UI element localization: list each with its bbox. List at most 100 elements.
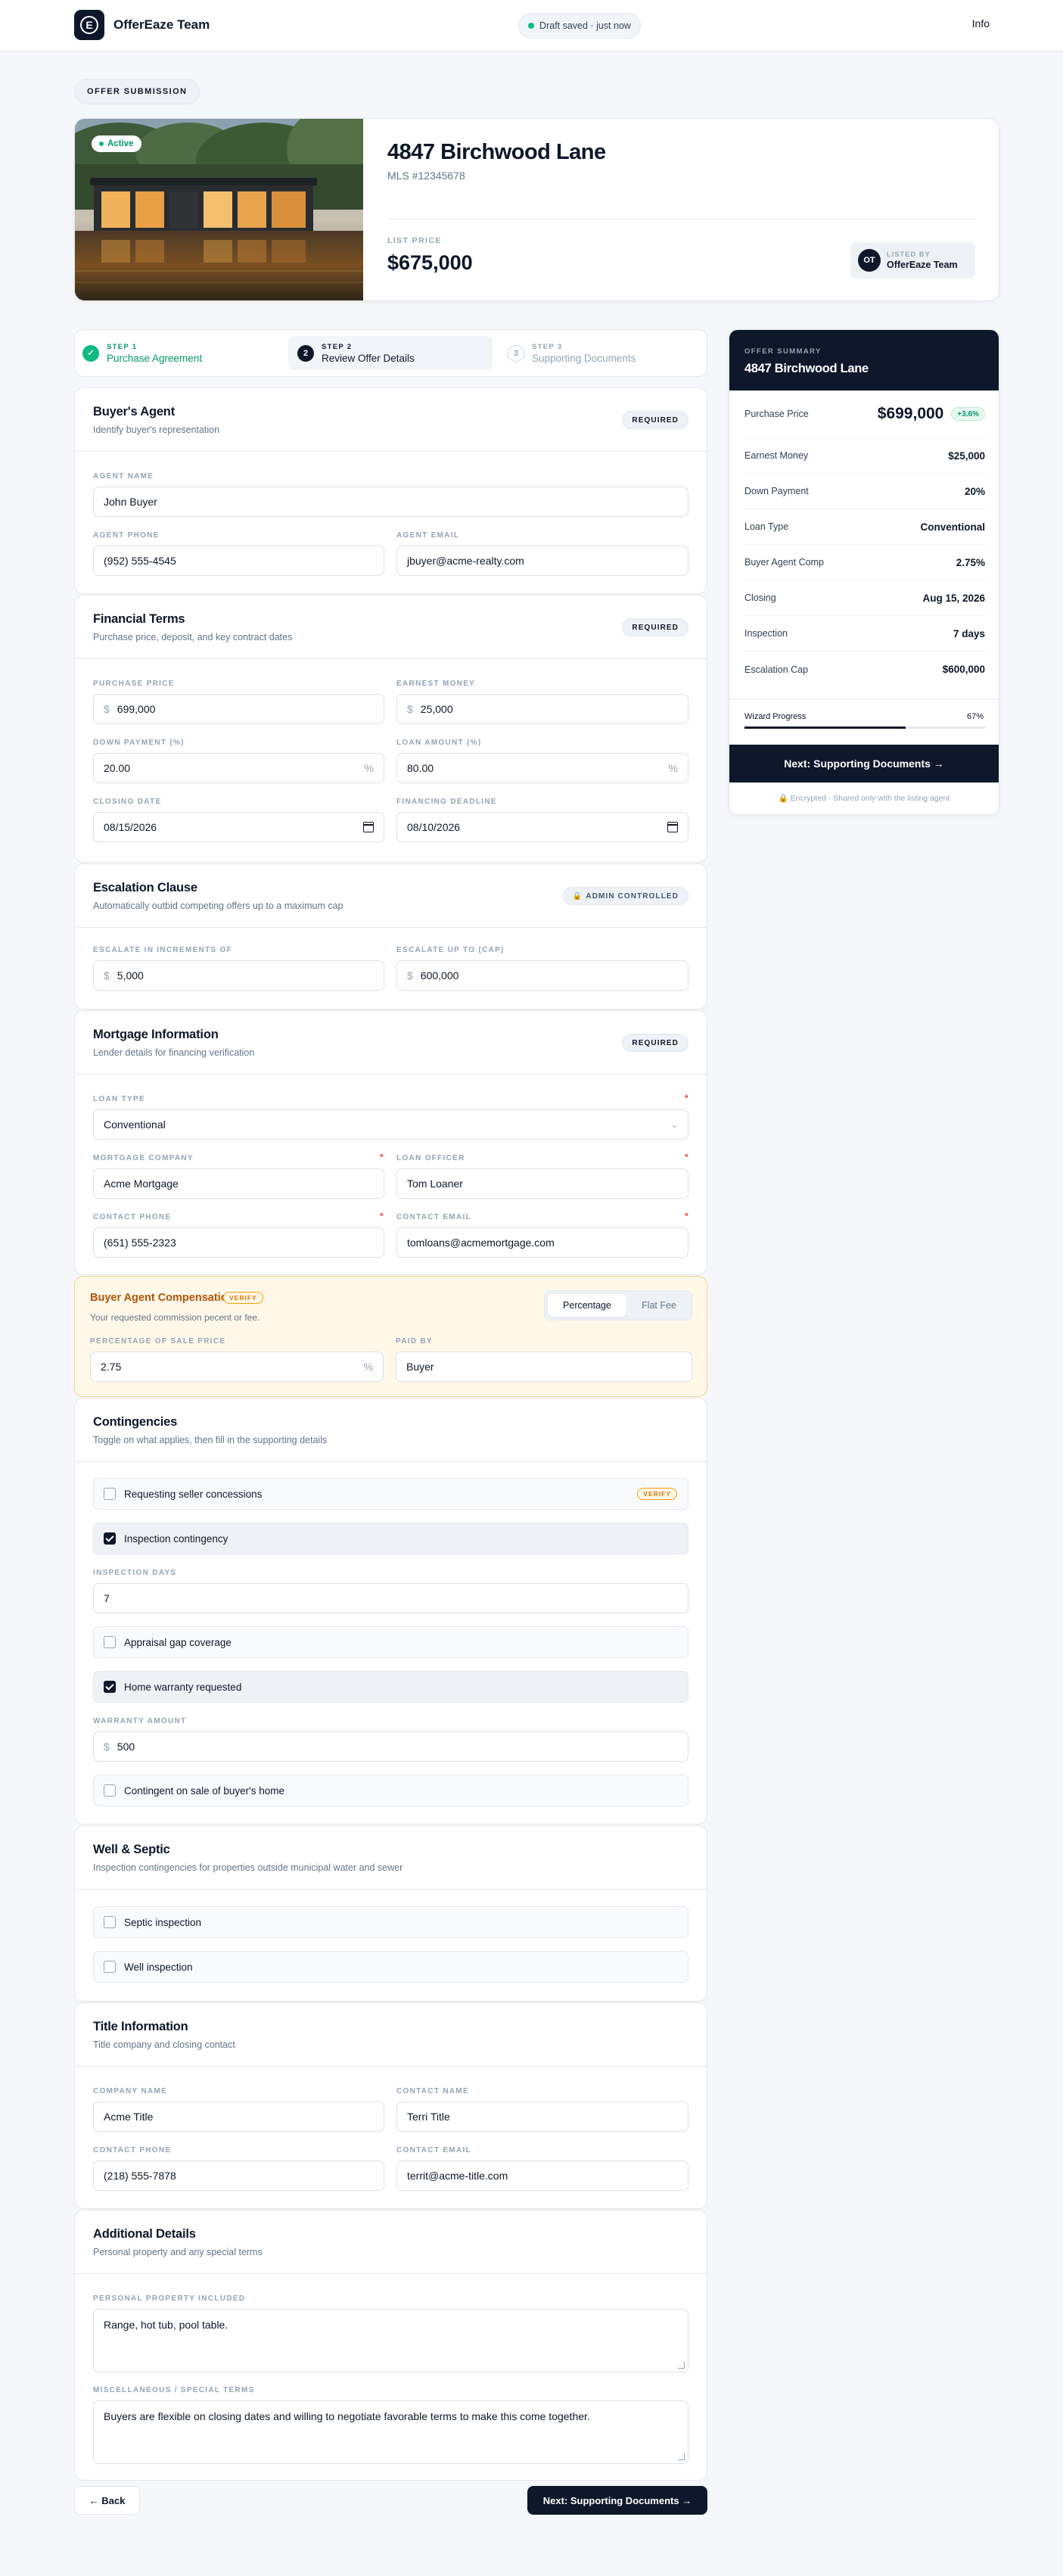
company-name-input[interactable]: Acme Title <box>93 2102 384 2132</box>
section-title: Buyer Agent Compensation <box>90 1292 235 1304</box>
info-link[interactable]: Info <box>972 17 990 30</box>
resize-handle-icon[interactable] <box>678 2362 685 2369</box>
step-current-icon: 2 <box>297 344 314 362</box>
section-header: Buyer's Agent Identify buyer's represent… <box>75 388 707 452</box>
home-warranty-checkbox-row[interactable]: Home warranty requested <box>93 1671 688 1703</box>
contact-name-input[interactable]: Terri Title <box>396 2102 688 2132</box>
checkbox[interactable] <box>104 1961 116 1973</box>
wizard-progress-bar <box>744 726 985 729</box>
summary-key: Escalation Cap <box>744 664 809 675</box>
chevron-down-icon: ⌄ <box>670 1120 678 1130</box>
loan-type-select[interactable]: Conventional ⌄ <box>93 1109 688 1140</box>
section-subtitle: Toggle on what applies, then fill in the… <box>93 1435 328 1445</box>
section-header: Well & Septic Inspection contingencies f… <box>75 1826 707 1890</box>
checkbox-checked[interactable] <box>104 1532 116 1545</box>
escalate-cap-input[interactable]: $600,000 <box>396 960 688 991</box>
section-subtitle: Your requested commission pecent or fee. <box>90 1312 260 1323</box>
warranty-amount-input[interactable]: $500 <box>93 1731 688 1762</box>
summary-row-earnest-money: Earnest Money $25,000 <box>744 438 985 474</box>
contact-name-label: CONTACT NAME <box>396 2087 469 2095</box>
back-button[interactable]: ← Back <box>74 2486 140 2515</box>
well-septic-section: Well & Septic Inspection contingencies f… <box>74 1825 707 2002</box>
badge-text: ADMIN CONTROLLED <box>586 891 679 901</box>
loan-officer-input[interactable]: Tom Loaner <box>396 1168 688 1199</box>
sale-of-home-checkbox-row[interactable]: Contingent on sale of buyer's home <box>93 1775 688 1806</box>
field-value: Conventional <box>104 1118 166 1131</box>
step-pending-icon: 3 <box>508 344 524 362</box>
appraisal-gap-checkbox-row[interactable]: Appraisal gap coverage <box>93 1626 688 1658</box>
seller-concessions-checkbox-row[interactable]: Requesting seller concessions VERIFY <box>93 1478 688 1510</box>
step-review-offer-details[interactable]: 2 STEP 2 Review Offer Details <box>288 336 493 370</box>
closing-date-label: CLOSING DATE <box>93 798 162 806</box>
list-price-label: LIST PRICE <box>387 236 442 245</box>
field-value: (952) 555-4545 <box>104 555 176 567</box>
active-dot-icon <box>99 142 104 146</box>
well-inspection-checkbox-row[interactable]: Well inspection <box>93 1951 688 1983</box>
inspection-days-input[interactable]: 7 <box>93 1583 688 1613</box>
title-phone-input[interactable]: (218) 555-7878 <box>93 2161 384 2191</box>
loan-type-label: LOAN TYPE <box>93 1095 145 1103</box>
percentage-option[interactable]: Percentage <box>548 1294 626 1317</box>
agent-email-input[interactable]: jbuyer@acme-realty.com <box>396 546 688 576</box>
checkbox-label: Contingent on sale of buyer's home <box>124 1784 284 1797</box>
inspection-contingency-checkbox-row[interactable]: Inspection contingency <box>93 1523 688 1554</box>
earnest-money-input[interactable]: $25,000 <box>396 694 688 724</box>
checkbox[interactable] <box>104 1916 116 1928</box>
summary-key: Closing <box>744 593 776 603</box>
agent-name-input[interactable]: John Buyer <box>93 487 688 517</box>
personal-property-textarea[interactable]: Range, hot tub, pool table. <box>93 2309 688 2372</box>
field-value: jbuyer@acme-realty.com <box>407 555 524 567</box>
agent-phone-input[interactable]: (952) 555-4545 <box>93 546 384 576</box>
checkbox[interactable] <box>104 1488 116 1500</box>
purchase-price-input[interactable]: $699,000 <box>93 694 384 724</box>
field-value: 600,000 <box>420 969 459 982</box>
calendar-icon[interactable] <box>667 822 678 832</box>
checkbox[interactable] <box>104 1636 116 1648</box>
mortgage-company-label: MORTGAGE COMPANY <box>93 1154 194 1162</box>
mortgage-company-input[interactable]: Acme Mortgage <box>93 1168 384 1199</box>
brand[interactable]: E OfferEaze Team <box>74 10 210 40</box>
checkbox-checked[interactable] <box>104 1681 116 1693</box>
inspection-days-label: INSPECTION DAYS <box>93 1569 177 1577</box>
special-terms-textarea[interactable]: Buyers are flexible on closing dates and… <box>93 2400 688 2464</box>
section-title: Financial Terms <box>93 612 185 626</box>
title-email-input[interactable]: territ@acme-title.com <box>396 2161 688 2191</box>
mortgage-phone-label: CONTACT PHONE <box>93 1213 172 1221</box>
next-supporting-documents-button[interactable]: Next: Supporting Documents → <box>527 2486 707 2515</box>
property-address: 4847 Birchwood Lane <box>387 140 606 164</box>
flat-fee-option[interactable]: Flat Fee <box>628 1294 690 1317</box>
summary-row-buyer-agent-comp: Buyer Agent Comp 2.75% <box>744 545 985 580</box>
field-value: Acme Mortgage <box>104 1178 179 1190</box>
closing-date-input[interactable]: 08/15/2026 <box>93 812 384 842</box>
required-asterisk: * <box>685 1211 688 1221</box>
verify-badge: VERIFY <box>223 1292 263 1304</box>
section-header: Escalation Clause Automatically outbid c… <box>75 864 707 928</box>
financing-deadline-input[interactable]: 08/10/2026 <box>396 812 688 842</box>
additional-details-section: Additional Details Personal property and… <box>74 2210 707 2481</box>
calendar-icon[interactable] <box>363 822 374 832</box>
mortgage-phone-input[interactable]: (651) 555-2323 <box>93 1227 384 1258</box>
escalate-increment-input[interactable]: $5,000 <box>93 960 384 991</box>
paid-by-input[interactable]: Buyer <box>396 1352 692 1382</box>
step-complete-icon: ✓ <box>82 344 99 362</box>
checkbox-label: Septic inspection <box>124 1916 202 1928</box>
loan-amount-input[interactable]: 80.00% <box>396 753 688 783</box>
down-payment-input[interactable]: 20.00% <box>93 753 384 783</box>
checkbox[interactable] <box>104 1784 116 1797</box>
summary-next-button[interactable]: Next: Supporting Documents → <box>729 745 999 782</box>
septic-inspection-checkbox-row[interactable]: Septic inspection <box>93 1906 688 1938</box>
required-asterisk: * <box>685 1093 688 1103</box>
mortgage-email-input[interactable]: tomloans@acmemortgage.com <box>396 1227 688 1258</box>
percentage-input[interactable]: 2.75% <box>90 1352 384 1382</box>
section-title: Escalation Clause <box>93 881 197 894</box>
resize-handle-icon[interactable] <box>678 2453 685 2460</box>
required-badge: REQUIRED <box>622 618 688 636</box>
mortgage-email-label: CONTACT EMAIL <box>396 1213 471 1221</box>
step-supporting-documents[interactable]: 3 STEP 3 Supporting Documents <box>505 336 701 370</box>
step-purchase-agreement[interactable]: ✓ STEP 1 Purchase Agreement <box>82 336 279 370</box>
summary-value: 20% <box>964 485 985 497</box>
field-value: 08/15/2026 <box>104 821 157 833</box>
field-value: 5,000 <box>117 969 144 982</box>
summary-key: Earnest Money <box>744 450 809 461</box>
field-value: Range, hot tub, pool table. <box>104 2319 228 2331</box>
